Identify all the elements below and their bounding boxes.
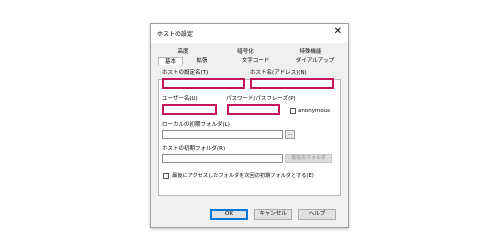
tab-dialup[interactable]: ダイアルアップ [290, 57, 340, 65]
ok-button[interactable]: OK [210, 209, 248, 220]
host-folder-label: ホストの初期フォルダ(R) [162, 146, 226, 152]
username-input[interactable] [162, 104, 217, 115]
help-button[interactable]: ヘルプ [298, 209, 336, 220]
host-setting-name-label: ホストの設定名(T) [162, 70, 209, 76]
close-icon[interactable]: ✕ [334, 26, 342, 38]
host-name-input[interactable] [250, 78, 334, 89]
current-folder-button[interactable]: 現在のフォルダ [285, 154, 332, 163]
password-input[interactable] [227, 104, 280, 115]
host-folder-input[interactable] [162, 154, 283, 163]
host-name-label: ホスト名(アドレス)(N) [250, 70, 307, 76]
anonymous-label: anonymous [298, 108, 331, 114]
anonymous-checkbox[interactable] [290, 108, 296, 114]
local-folder-label: ローカルの初期フォルダ(L) [162, 122, 230, 128]
browse-local-folder-button[interactable]: ... [285, 130, 295, 139]
tab-row-front: 基本 拡張 文字コード ダイアルアップ [158, 57, 341, 65]
title-bar: ホストの設定 ✕ [151, 24, 348, 43]
tab-extended[interactable]: 拡張 [188, 57, 216, 65]
tab-character-code[interactable]: 文字コード [228, 57, 283, 65]
cancel-button[interactable]: キャンセル [254, 209, 292, 220]
dialog-title: ホストの設定 [157, 31, 194, 38]
tab-row-back: 高度 暗号化 特殊機能 [158, 48, 341, 56]
password-label: パスワード/パスフレーズ(P) [226, 96, 296, 102]
remember-last-folder-label: 最後にアクセスしたフォルダを次回の初期フォルダとする(E) [172, 173, 314, 179]
tab-encryption[interactable]: 暗号化 [218, 48, 273, 56]
tab-special-features[interactable]: 特殊機能 [283, 48, 338, 56]
remember-last-folder-checkbox[interactable] [163, 173, 169, 179]
local-folder-input[interactable] [162, 130, 283, 139]
host-setting-name-input[interactable] [162, 78, 245, 89]
host-settings-dialog: ホストの設定 ✕ 高度 暗号化 特殊機能 基本 拡張 文字コード ダイアルアップ… [150, 23, 349, 228]
tab-advanced[interactable]: 高度 [158, 48, 208, 56]
username-label: ユーザー名(U) [162, 96, 198, 102]
tab-basic[interactable]: 基本 [158, 57, 183, 65]
